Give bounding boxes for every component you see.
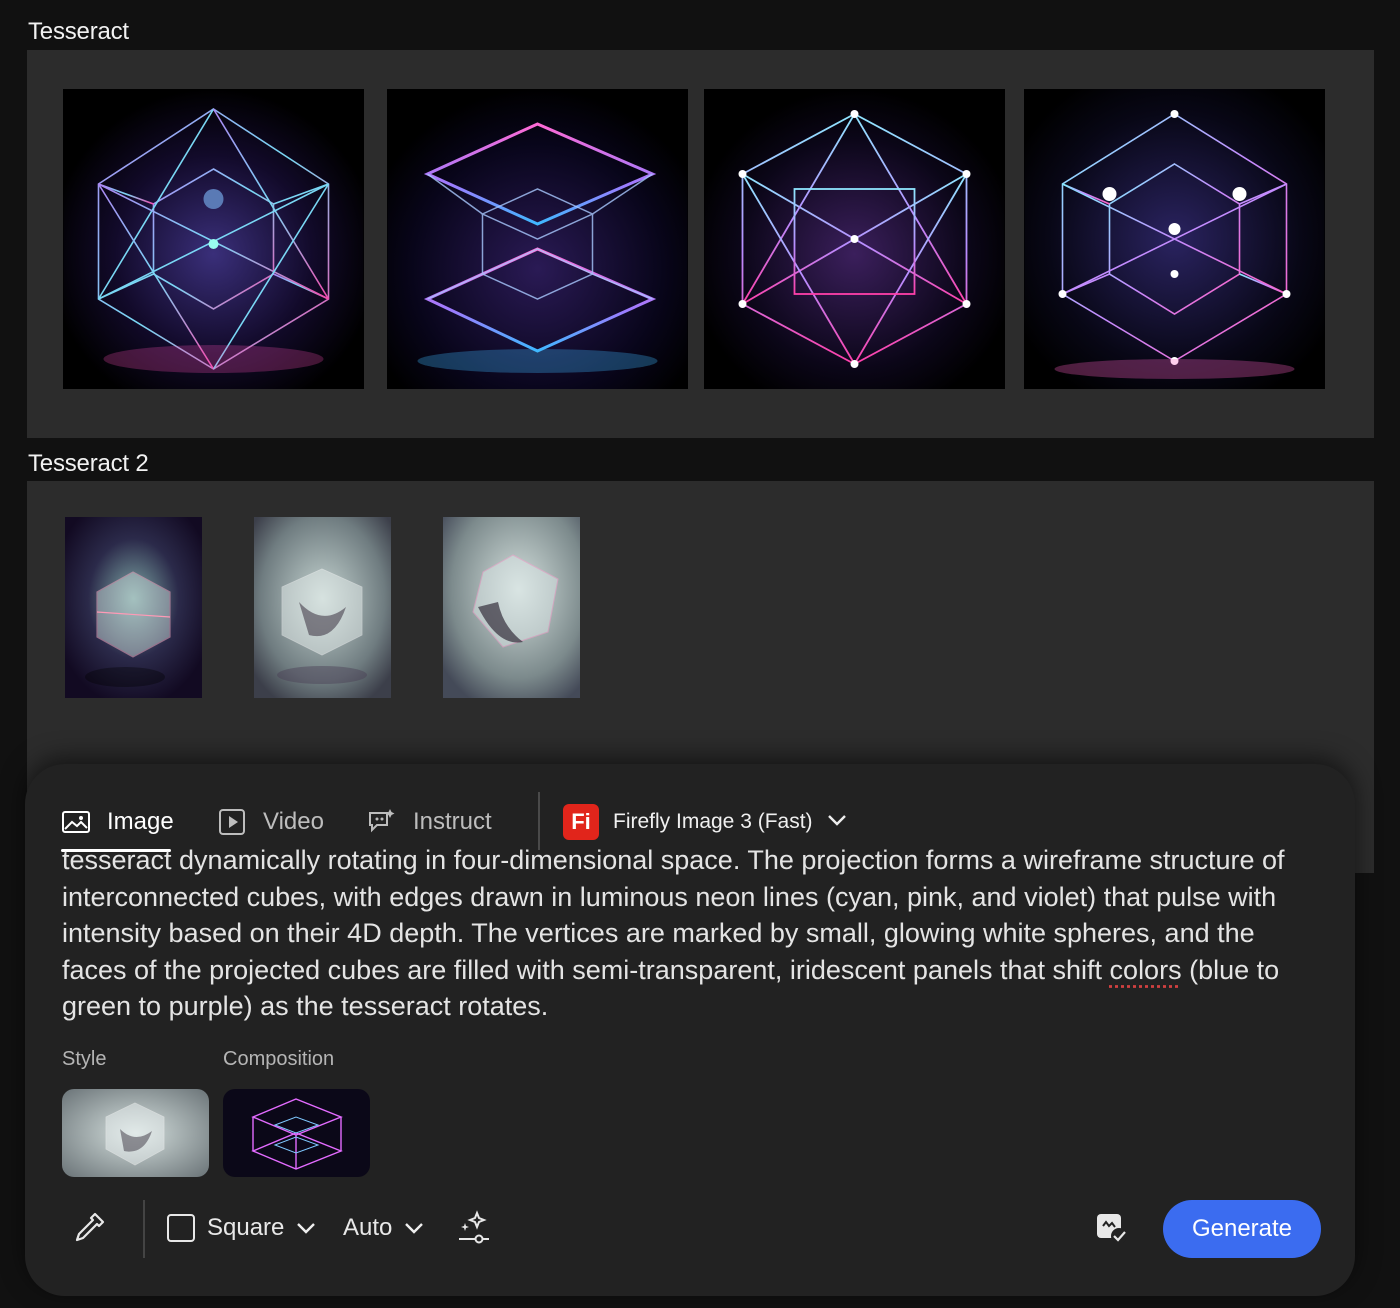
section-title-tesseract: Tesseract bbox=[28, 18, 129, 45]
board-tesseract bbox=[27, 50, 1374, 438]
instruct-icon bbox=[367, 807, 397, 837]
cube-image-5 bbox=[65, 517, 202, 698]
tesseract-image-4 bbox=[1024, 89, 1325, 389]
chevron-down-icon bbox=[827, 813, 847, 832]
tab-video-label: Video bbox=[263, 808, 324, 835]
style-label: Style bbox=[62, 1048, 107, 1070]
generated-image-7[interactable] bbox=[443, 517, 580, 698]
eyedropper-button[interactable] bbox=[71, 1204, 107, 1252]
effects-settings-button[interactable] bbox=[455, 1204, 493, 1252]
bottom-toolbar: Square Auto Generate bbox=[61, 1196, 1321, 1260]
tab-instruct-label: Instruct bbox=[413, 808, 492, 835]
generated-image-3[interactable] bbox=[704, 89, 1005, 389]
prompt-panel: Image Video Instruct Fi Firefly Image 3 … bbox=[25, 764, 1355, 1296]
content-type-dropdown[interactable]: Auto bbox=[343, 1204, 424, 1252]
image-icon bbox=[61, 807, 91, 837]
tab-image-label: Image bbox=[107, 808, 174, 835]
generated-image-1[interactable] bbox=[63, 89, 364, 389]
prompt-misspelled-word: colors bbox=[1109, 954, 1182, 985]
model-selector[interactable]: Fi Firefly Image 3 (Fast) bbox=[563, 802, 847, 842]
aspect-ratio-dropdown[interactable]: Square bbox=[167, 1204, 316, 1252]
generated-image-4[interactable] bbox=[1024, 89, 1325, 389]
model-name: Firefly Image 3 (Fast) bbox=[613, 810, 813, 833]
composition-label: Composition bbox=[223, 1048, 335, 1070]
generated-image-5[interactable] bbox=[65, 517, 202, 698]
section-title-tesseract-2: Tesseract 2 bbox=[28, 450, 149, 477]
tesseract-image-1 bbox=[63, 89, 364, 389]
aspect-ratio-label: Square bbox=[207, 1214, 285, 1241]
cube-image-6 bbox=[254, 517, 391, 698]
generated-image-2[interactable] bbox=[387, 89, 688, 389]
prompt-textarea[interactable]: tesseract dynamically rotating in four-d… bbox=[62, 842, 1322, 1025]
image-check-icon bbox=[1093, 1210, 1129, 1246]
eyedropper-icon bbox=[71, 1210, 107, 1246]
tesseract-image-3 bbox=[704, 89, 1005, 389]
generate-button[interactable]: Generate bbox=[1163, 1200, 1321, 1258]
content-type-label: Auto bbox=[343, 1214, 393, 1241]
content-credentials-button[interactable] bbox=[1093, 1204, 1129, 1252]
prompt-text: tesseract dynamically rotating in four-d… bbox=[62, 845, 1293, 985]
toolbar-divider bbox=[143, 1200, 145, 1258]
composition-reference-thumbnail[interactable] bbox=[223, 1089, 370, 1177]
firefly-model-badge: Fi bbox=[563, 804, 599, 840]
chevron-down-icon bbox=[296, 1221, 316, 1235]
square-aspect-icon bbox=[167, 1214, 195, 1242]
sparkle-settings-icon bbox=[455, 1209, 493, 1247]
cube-image-7 bbox=[443, 517, 580, 698]
chevron-down-icon bbox=[404, 1221, 424, 1235]
video-icon bbox=[217, 807, 247, 837]
firefly-page: Tesseract Tesseract 2 Image Video Instru… bbox=[0, 0, 1400, 1308]
tesseract-image-2 bbox=[387, 89, 688, 389]
generated-image-6[interactable] bbox=[254, 517, 391, 698]
style-reference-thumbnail[interactable] bbox=[62, 1089, 209, 1177]
